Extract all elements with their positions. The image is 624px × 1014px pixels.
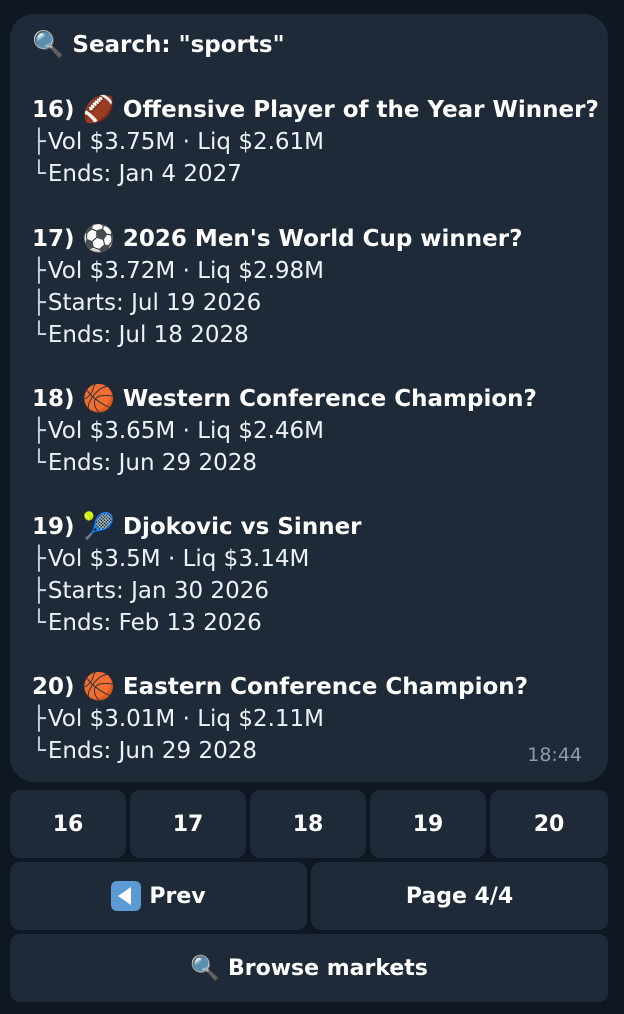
message-bubble: 🔍 Search: "sports" 16) 🏈 Offensive Playe…: [10, 14, 608, 782]
item-ends: └Ends: Jun 29 2028: [32, 450, 257, 476]
tennis-ball-icon: 🎾: [82, 512, 115, 542]
select-18-button[interactable]: 18: [250, 790, 366, 858]
item-stats: ├Vol $3.72M · Liq $2.98M: [32, 258, 325, 284]
prev-button[interactable]: Prev: [10, 862, 307, 930]
football-icon: 🏈: [82, 95, 115, 125]
market-item-18: 18) 🏀 Western Conference Champion? ├Vol …: [32, 383, 537, 479]
back-arrow-icon: [111, 881, 142, 911]
item-number: 19): [32, 514, 75, 540]
market-item-20: 20) 🏀 Eastern Conference Champion? ├Vol …: [32, 671, 528, 767]
item-stats: ├Vol $3.5M · Liq $3.14M: [32, 546, 310, 572]
item-number: 16): [32, 97, 75, 123]
item-starts: ├Starts: Jan 30 2026: [32, 578, 269, 604]
basketball-icon: 🏀: [82, 384, 115, 414]
search-header: 🔍 Search: "sports": [32, 28, 285, 62]
item-starts: ├Starts: Jul 19 2026: [32, 290, 262, 316]
magnifier-icon: 🔍: [32, 30, 65, 60]
market-item-16: 16) 🏈 Offensive Player of the Year Winne…: [32, 94, 599, 190]
soccer-ball-icon: ⚽: [82, 224, 115, 254]
item-number: 17): [32, 226, 75, 252]
page-indicator-button[interactable]: Page 4/4: [311, 862, 608, 930]
item-number: 20): [32, 674, 75, 700]
prev-label: Prev: [149, 883, 206, 909]
search-label: Search: "sports": [72, 32, 285, 58]
item-ends: └Ends: Jun 29 2028: [32, 738, 257, 764]
item-title: 2026 Men's World Cup winner?: [122, 226, 523, 252]
item-title: Offensive Player of the Year Winner?: [122, 97, 599, 123]
item-ends: └Ends: Feb 13 2026: [32, 610, 262, 636]
select-16-button[interactable]: 16: [10, 790, 126, 858]
basketball-icon: 🏀: [82, 672, 115, 702]
message-time: 18:44: [527, 744, 582, 766]
browse-label: Browse markets: [227, 955, 428, 981]
select-19-button[interactable]: 19: [370, 790, 486, 858]
market-item-17: 17) ⚽ 2026 Men's World Cup winner? ├Vol …: [32, 223, 522, 351]
browse-markets-button[interactable]: 🔍 Browse markets: [10, 934, 608, 1002]
item-title: Eastern Conference Champion?: [122, 674, 528, 700]
item-stats: ├Vol $3.01M · Liq $2.11M: [32, 706, 325, 732]
market-item-19: 19) 🎾 Djokovic vs Sinner ├Vol $3.5M · Li…: [32, 511, 362, 639]
item-stats: ├Vol $3.65M · Liq $2.46M: [32, 418, 325, 444]
item-number: 18): [32, 386, 75, 412]
item-title: Western Conference Champion?: [122, 386, 537, 412]
select-17-button[interactable]: 17: [130, 790, 246, 858]
magnifier-icon: 🔍: [190, 954, 220, 982]
item-ends: └Ends: Jul 18 2028: [32, 322, 249, 348]
select-20-button[interactable]: 20: [490, 790, 608, 858]
item-stats: ├Vol $3.75M · Liq $2.61M: [32, 129, 325, 155]
item-ends: └Ends: Jan 4 2027: [32, 161, 242, 187]
item-title: Djokovic vs Sinner: [122, 514, 362, 540]
